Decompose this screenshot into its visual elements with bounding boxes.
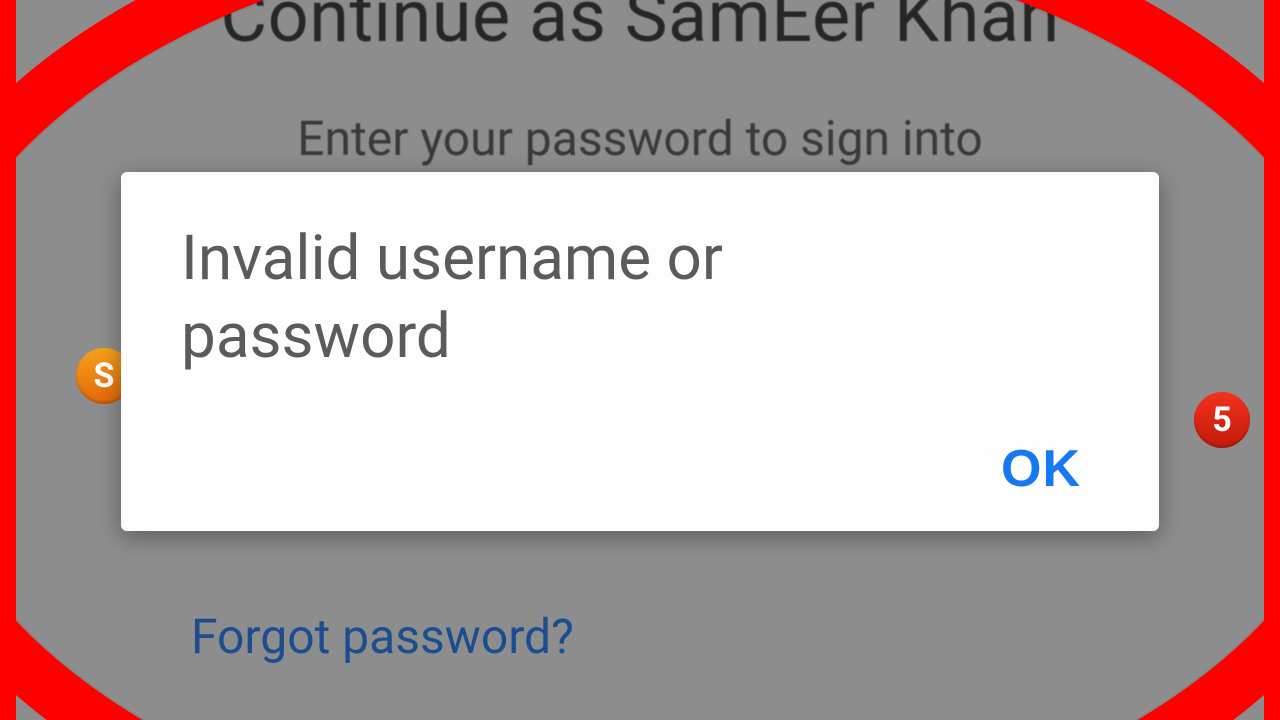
enter-password-subtitle: Enter your password to sign into	[16, 110, 1264, 167]
ok-button[interactable]: OK	[983, 435, 1099, 503]
forgot-password-link[interactable]: Forgot password?	[191, 608, 574, 665]
dialog-actions: OK	[181, 435, 1099, 503]
error-dialog: Invalid username or password OK	[121, 172, 1159, 531]
continue-as-title: Continue as SamEer Khan	[16, 0, 1264, 59]
notification-badge-icon: 5	[1194, 392, 1250, 448]
annotation-frame: Continue as SamEer Khan Enter your passw…	[0, 0, 1280, 720]
error-message: Invalid username or password	[181, 220, 961, 375]
dimmed-screen: Continue as SamEer Khan Enter your passw…	[16, 0, 1264, 720]
